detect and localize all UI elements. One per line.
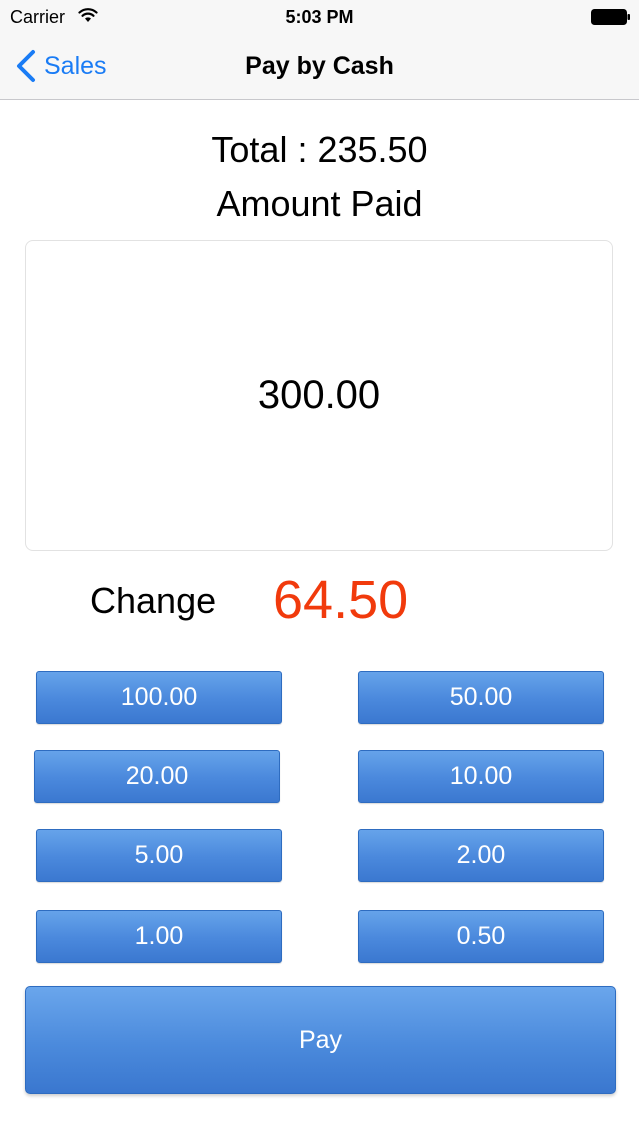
cash-button-20[interactable]: 20.00 — [34, 750, 280, 803]
amount-paid-input[interactable]: 300.00 — [25, 240, 613, 551]
amount-paid-label: Amount Paid — [216, 183, 423, 224]
cash-button-50[interactable]: 50.00 — [358, 671, 604, 724]
amount-paid-value: 300.00 — [257, 373, 381, 417]
navigation-bar: Sales Pay by Cash — [0, 34, 639, 100]
battery-icon — [591, 9, 630, 25]
status-bar: Carrier 5:03 PM — [0, 0, 639, 34]
change-value: 64.50 — [273, 570, 409, 630]
cash-button-10[interactable]: 10.00 — [358, 750, 604, 803]
cash-button-100[interactable]: 100.00 — [36, 671, 282, 724]
change-label: Change — [90, 580, 217, 621]
total-amount: Total : 235.50 — [211, 129, 428, 170]
status-time: 5:03 PM — [285, 7, 354, 27]
cash-button-5[interactable]: 5.00 — [36, 829, 282, 882]
page-title: Pay by Cash — [245, 52, 394, 80]
cash-button-0-50[interactable]: 0.50 — [358, 910, 604, 963]
cash-button-2[interactable]: 2.00 — [358, 829, 604, 882]
cash-button-1[interactable]: 1.00 — [36, 910, 282, 963]
pay-by-cash-screen: Carrier 5:03 PM Sales Pay by Cash Total … — [0, 0, 639, 1136]
pay-button[interactable]: Pay — [25, 986, 616, 1094]
